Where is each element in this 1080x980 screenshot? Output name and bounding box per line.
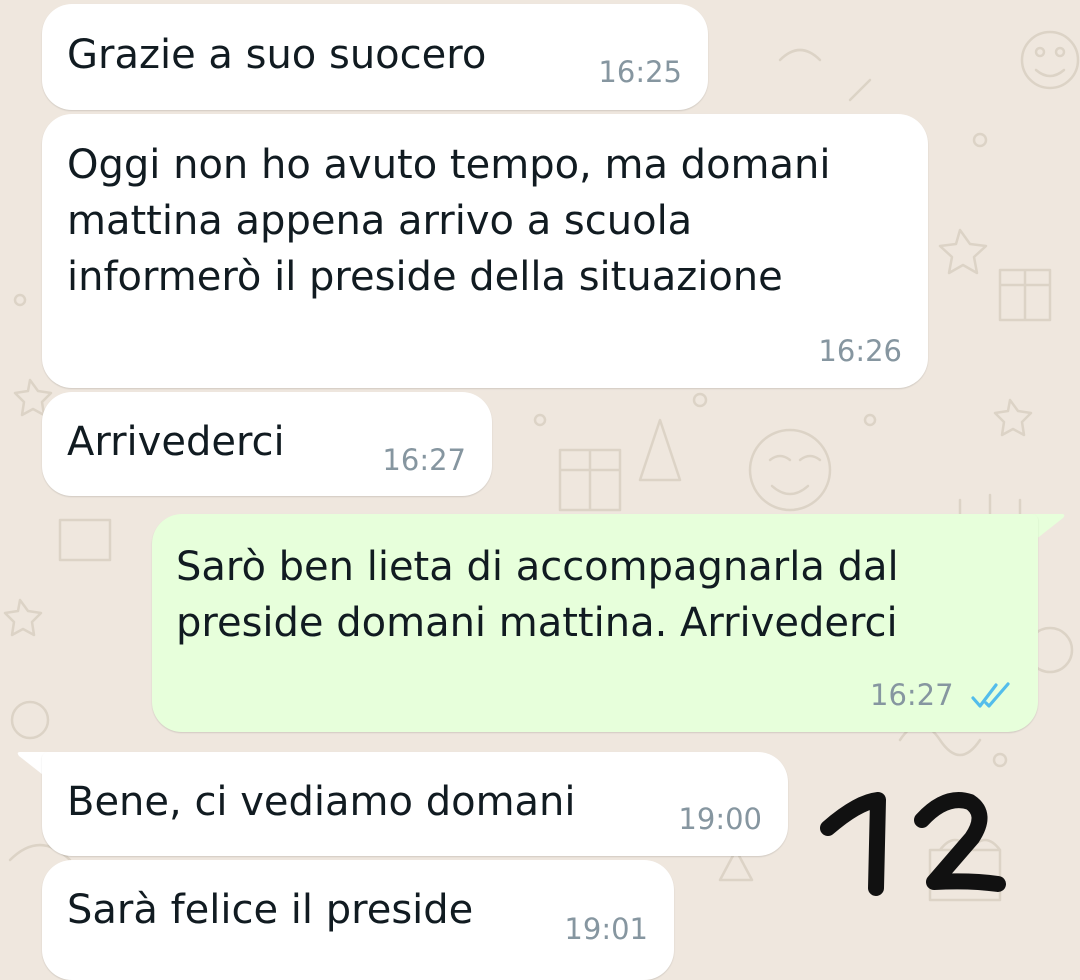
- message-timestamp: 19:01: [564, 912, 648, 946]
- message-text: Arrivederci: [67, 419, 285, 465]
- message-timestamp: 16:27: [870, 678, 954, 712]
- message-bubble-outgoing[interactable]: Sarò ben lieta di accompagnarla dal pres…: [152, 514, 1038, 732]
- message-text: Grazie a suo suocero: [67, 32, 487, 78]
- message-bubble-incoming[interactable]: Grazie a suo suocero 16:25: [42, 4, 708, 110]
- message-bubble-incoming[interactable]: Sarà felice il preside 19:01: [42, 860, 674, 980]
- message-timestamp: 16:26: [818, 334, 902, 368]
- message-timestamp: 19:00: [678, 802, 762, 836]
- message-timestamp: 16:25: [598, 55, 682, 89]
- message-bubble-incoming[interactable]: Arrivederci 16:27: [42, 392, 492, 496]
- message-bubble-incoming[interactable]: Bene, ci vediamo domani 19:00: [42, 752, 788, 856]
- message-text: Sarò ben lieta di accompagnarla dal pres…: [176, 544, 899, 646]
- message-text: Sarà felice il preside: [67, 887, 474, 933]
- handwritten-annotation: 12: [820, 792, 1006, 896]
- message-text: Bene, ci vediamo domani: [67, 779, 576, 825]
- message-bubble-incoming[interactable]: Oggi non ho avuto tempo, ma domani matti…: [42, 114, 928, 388]
- double-check-icon: [971, 682, 1010, 708]
- message-text: Oggi non ho avuto tempo, ma domani matti…: [67, 142, 831, 300]
- message-timestamp: 16:27: [382, 443, 466, 477]
